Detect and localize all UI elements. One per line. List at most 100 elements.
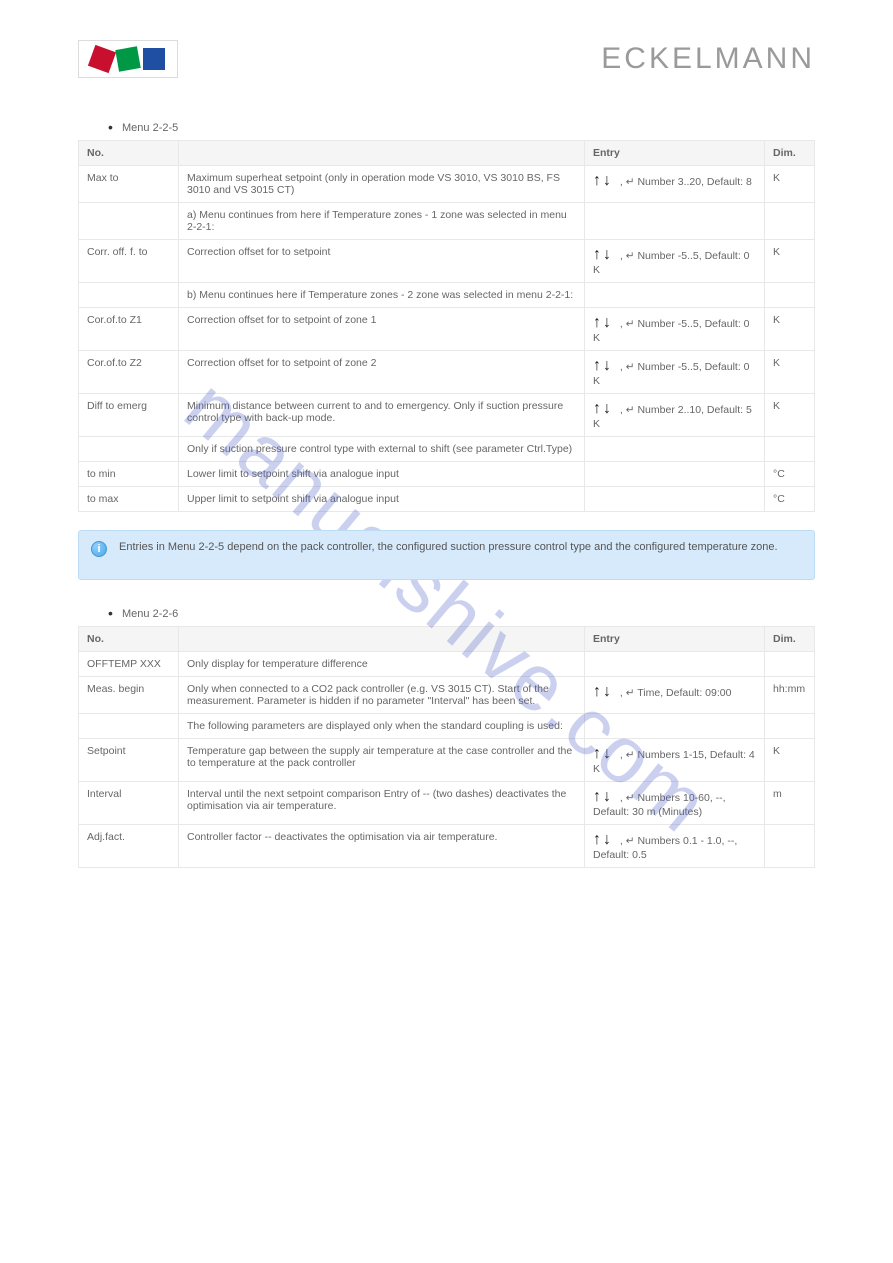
info-callout: i Entries in Menu 2-2-5 depend on the pa… — [78, 530, 815, 580]
table-row: OFFTEMP XXX Only display for temperature… — [79, 652, 815, 677]
section-a-bullet: Menu 2-2-5 — [108, 118, 815, 134]
cell-desc: Upper limit to setpoint shift via analog… — [179, 487, 585, 512]
page-content: ECKELMANN Menu 2-2-5 No. Entry Dim. Max … — [0, 0, 893, 868]
cell-no: to min — [79, 462, 179, 487]
cell-no: Corr. off. f. to — [79, 240, 179, 283]
cell-dim: K — [765, 240, 815, 283]
cell-desc: Lower limit to setpoint shift via analog… — [179, 462, 585, 487]
cell-entry: ↑↓ , ↵ Number -5..5, Default: 0 K — [585, 308, 765, 351]
cell-desc: Correction offset for to setpoint — [179, 240, 585, 283]
table-menu-2-2-6: No. Entry Dim. OFFTEMP XXX Only display … — [78, 626, 815, 868]
cell-dim — [765, 652, 815, 677]
brand-wordmark: ECKELMANN — [601, 42, 815, 76]
table-row: Meas. begin Only when connected to a CO2… — [79, 677, 815, 714]
cell-desc: Interval until the next setpoint compari… — [179, 782, 585, 825]
cell-dim — [765, 437, 815, 462]
table-row: Max to Maximum superheat setpoint (only … — [79, 166, 815, 203]
table-row: a) Menu continues from here if Temperatu… — [79, 203, 815, 240]
up-down-arrow-icon: ↑↓ — [593, 172, 613, 190]
cell-desc: Only when connected to a CO2 pack contro… — [179, 677, 585, 714]
cell-dim — [765, 825, 815, 868]
cell-desc: Only if suction pressure control type wi… — [179, 437, 585, 462]
table-header-row: No. Entry Dim. — [79, 627, 815, 652]
table-row: Interval Interval until the next setpoin… — [79, 782, 815, 825]
brand-squares-logo — [78, 40, 178, 78]
up-down-arrow-icon: ↑↓ — [593, 745, 613, 763]
cell-entry — [585, 203, 765, 240]
cell-desc: Temperature gap between the supply air t… — [179, 739, 585, 782]
cell-dim: m — [765, 782, 815, 825]
info-icon: i — [91, 541, 107, 557]
cell-no — [79, 203, 179, 240]
cell-dim: K — [765, 351, 815, 394]
cell-desc: The following parameters are displayed o… — [179, 714, 585, 739]
cell-no: Diff to emerg — [79, 394, 179, 437]
th-entry: Entry — [585, 141, 765, 166]
cell-entry: ↑↓ , ↵ Time, Default: 09:00 — [585, 677, 765, 714]
table-row: Cor.of.to Z1 Correction offset for to se… — [79, 308, 815, 351]
cell-desc: Maximum superheat setpoint (only in oper… — [179, 166, 585, 203]
cell-entry: ↑↓ , ↵ Number -5..5, Default: 0 K — [585, 351, 765, 394]
cell-no — [79, 714, 179, 739]
table-row: Setpoint Temperature gap between the sup… — [79, 739, 815, 782]
cell-no: Interval — [79, 782, 179, 825]
cell-desc: a) Menu continues from here if Temperatu… — [179, 203, 585, 240]
cell-dim: K — [765, 739, 815, 782]
cell-desc: b) Menu continues here if Temperature zo… — [179, 283, 585, 308]
cell-no — [79, 437, 179, 462]
cell-no: Adj.fact. — [79, 825, 179, 868]
cell-dim: °C — [765, 487, 815, 512]
cell-dim — [765, 283, 815, 308]
th-desc — [179, 141, 585, 166]
cell-no: OFFTEMP XXX — [79, 652, 179, 677]
cell-entry — [585, 652, 765, 677]
table-row: The following parameters are displayed o… — [79, 714, 815, 739]
up-down-arrow-icon: ↑↓ — [593, 831, 613, 849]
logo-square-blue — [143, 48, 165, 70]
th-dim: Dim. — [765, 627, 815, 652]
cell-entry: ↑↓ , ↵ Number -5..5, Default: 0 K — [585, 240, 765, 283]
th-desc — [179, 627, 585, 652]
up-down-arrow-icon: ↑↓ — [593, 357, 613, 375]
section-b-bullet: Menu 2-2-6 — [108, 604, 815, 620]
cell-entry — [585, 283, 765, 308]
cell-dim: K — [765, 394, 815, 437]
up-down-arrow-icon: ↑↓ — [593, 400, 613, 418]
cell-no: Max to — [79, 166, 179, 203]
logo-square-red — [88, 45, 116, 73]
cell-dim: °C — [765, 462, 815, 487]
cell-entry — [585, 437, 765, 462]
info-text: Entries in Menu 2-2-5 depend on the pack… — [119, 541, 778, 553]
th-entry: Entry — [585, 627, 765, 652]
table-row: Adj.fact. Controller factor -- deactivat… — [79, 825, 815, 868]
cell-no: to max — [79, 487, 179, 512]
cell-desc: Only display for temperature difference — [179, 652, 585, 677]
cell-dim — [765, 203, 815, 240]
cell-entry: ↑↓ , ↵ Numbers 10-60, --, Default: 30 m … — [585, 782, 765, 825]
cell-dim: K — [765, 166, 815, 203]
cell-dim: K — [765, 308, 815, 351]
table-row: Only if suction pressure control type wi… — [79, 437, 815, 462]
cell-entry — [585, 462, 765, 487]
cell-entry: ↑↓ , ↵ Number 3..20, Default: 8 — [585, 166, 765, 203]
page-header: ECKELMANN — [78, 40, 815, 78]
up-down-arrow-icon: ↑↓ — [593, 246, 613, 264]
up-down-arrow-icon: ↑↓ — [593, 788, 613, 806]
table-header-row: No. Entry Dim. — [79, 141, 815, 166]
cell-no: Meas. begin — [79, 677, 179, 714]
cell-entry: ↑↓ , ↵ Number 2..10, Default: 5 K — [585, 394, 765, 437]
cell-entry — [585, 487, 765, 512]
up-down-arrow-icon: ↑↓ — [593, 683, 613, 701]
table-row: to min Lower limit to setpoint shift via… — [79, 462, 815, 487]
cell-desc: Correction offset for to setpoint of zon… — [179, 308, 585, 351]
th-no: No. — [79, 141, 179, 166]
cell-entry — [585, 714, 765, 739]
cell-no: Setpoint — [79, 739, 179, 782]
cell-no: Cor.of.to Z2 — [79, 351, 179, 394]
cell-no: Cor.of.to Z1 — [79, 308, 179, 351]
th-no: No. — [79, 627, 179, 652]
cell-dim — [765, 714, 815, 739]
cell-entry: ↑↓ , ↵ Numbers 1-15, Default: 4 K — [585, 739, 765, 782]
cell-desc: Minimum distance between current to and … — [179, 394, 585, 437]
table-row: Corr. off. f. to Correction offset for t… — [79, 240, 815, 283]
